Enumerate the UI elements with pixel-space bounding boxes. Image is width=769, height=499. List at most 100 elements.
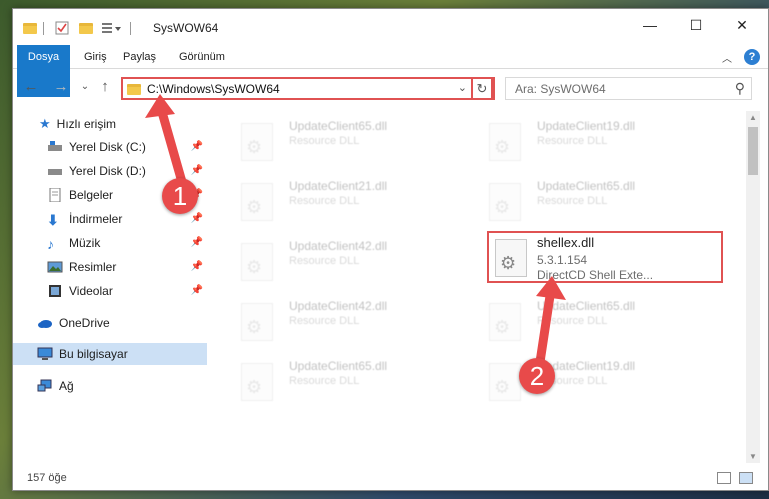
title-bar: SysWOW64 — ☐ ✕ bbox=[13, 9, 768, 45]
sidebar-item-music[interactable]: ♪ Müzik 📌 bbox=[13, 232, 207, 254]
sidebar-item-pictures[interactable]: Resimler 📌 bbox=[13, 256, 207, 278]
properties-icon[interactable] bbox=[55, 19, 69, 37]
tab-home[interactable]: Giriş bbox=[84, 45, 107, 69]
tab-share[interactable]: Paylaş bbox=[123, 45, 156, 69]
dll-file-icon: ⚙ bbox=[489, 123, 521, 161]
download-icon: ⬇ bbox=[47, 212, 59, 228]
minimize-button[interactable]: — bbox=[627, 9, 673, 41]
folder-icon bbox=[127, 84, 141, 95]
file-description: Resource DLL bbox=[289, 195, 360, 207]
navigation-pane: ★ Hızlı erişim Yerel Disk (C:) 📌 Yerel D… bbox=[13, 109, 213, 459]
file-description: Resource DLL bbox=[289, 255, 360, 267]
file-tile[interactable]: ⚙ UpdateClient65.dll Resource DLL bbox=[227, 113, 463, 165]
star-icon: ★ bbox=[39, 116, 51, 131]
maximize-button[interactable]: ☐ bbox=[673, 9, 719, 41]
recent-locations-icon[interactable]: ⌄ bbox=[75, 77, 95, 97]
details-view-icon[interactable] bbox=[717, 472, 731, 484]
file-tile[interactable]: ⚙ UpdateClient65.dll Resource DLL bbox=[475, 173, 711, 225]
file-name: shellex.dll bbox=[537, 235, 595, 250]
sidebar-item-label: Yerel Disk (D:) bbox=[69, 164, 146, 178]
pin-icon[interactable]: 📌 bbox=[191, 261, 203, 272]
file-description: Resource DLL bbox=[537, 135, 608, 147]
sidebar-item-videos[interactable]: Videolar 📌 bbox=[13, 280, 207, 302]
dll-file-icon: ⚙ bbox=[241, 123, 273, 161]
sidebar-item-onedrive[interactable]: OneDrive bbox=[13, 312, 207, 334]
address-bar[interactable]: C:\Windows\SysWOW64 ⌄ ↻ bbox=[121, 77, 495, 100]
sidebar-item-label: Yerel Disk (C:) bbox=[69, 140, 146, 154]
scroll-up-icon[interactable]: ▲ bbox=[749, 113, 757, 122]
pin-icon[interactable]: 📌 bbox=[191, 141, 203, 152]
file-name: UpdateClient65.dll bbox=[289, 359, 388, 373]
file-tile[interactable]: ⚙ UpdateClient42.dll Resource DLL bbox=[227, 293, 463, 345]
refresh-button[interactable]: ↻ bbox=[471, 77, 493, 100]
sidebar-item-label: Belgeler bbox=[69, 188, 114, 202]
sidebar-item-label: İndirmeler bbox=[69, 212, 123, 226]
dll-file-icon: ⚙ bbox=[495, 239, 527, 277]
file-tile[interactable]: ⚙ UpdateClient19.dll Resource DLL bbox=[475, 353, 711, 405]
pin-icon[interactable]: 📌 bbox=[191, 237, 203, 248]
scroll-down-icon[interactable]: ▼ bbox=[749, 452, 757, 461]
pin-icon[interactable]: 📌 bbox=[191, 285, 203, 296]
file-tile[interactable]: ⚙ UpdateClient19.dll Resource DLL bbox=[475, 113, 711, 165]
file-name: UpdateClient65.dll bbox=[537, 179, 636, 193]
help-icon[interactable]: ? bbox=[744, 49, 760, 65]
step-2-badge: 2 bbox=[519, 358, 555, 394]
separator bbox=[43, 22, 44, 35]
file-description: Resource DLL bbox=[289, 375, 360, 387]
drive-icon bbox=[47, 164, 63, 178]
separator bbox=[130, 22, 131, 35]
file-name: UpdateClient19.dll bbox=[537, 119, 636, 133]
explorer-window: SysWOW64 — ☐ ✕ Dosya Giriş Paylaş Görünü… bbox=[12, 8, 769, 491]
sidebar-item-label: Videolar bbox=[69, 284, 113, 298]
sidebar-item-label: Müzik bbox=[69, 236, 101, 250]
folder-icon bbox=[23, 19, 37, 37]
scroll-thumb[interactable] bbox=[748, 127, 758, 175]
back-button[interactable]: ← bbox=[21, 77, 41, 97]
dll-file-icon: ⚙ bbox=[241, 183, 273, 221]
ribbon: Dosya Giriş Paylaş Görünüm ︿ ? bbox=[13, 45, 768, 97]
expand-ribbon-icon[interactable]: ︿ bbox=[722, 50, 732, 65]
step-1-badge: 1 bbox=[162, 178, 198, 214]
sidebar-item-this-pc[interactable]: Bu bilgisayar bbox=[13, 343, 207, 365]
new-folder-icon[interactable] bbox=[79, 19, 93, 37]
file-tile[interactable]: ⚙ UpdateClient65.dll Resource DLL bbox=[227, 353, 463, 405]
vertical-scrollbar[interactable]: ▲ ▼ bbox=[746, 111, 760, 463]
window-title: SysWOW64 bbox=[153, 21, 219, 35]
customize-qa-icon[interactable] bbox=[101, 19, 123, 37]
large-icons-view-icon[interactable] bbox=[739, 472, 753, 484]
navigation-bar: ← → ⌄ ↑ C:\Windows\SysWOW64 ⌄ ↻ Ara: Sys… bbox=[13, 73, 768, 103]
file-tile-shellex[interactable]: ⚙ shellex.dll 5.3.1.154 DirectCD Shell E… bbox=[487, 231, 723, 283]
dll-file-icon: ⚙ bbox=[241, 363, 273, 401]
file-name: UpdateClient42.dll bbox=[289, 299, 388, 313]
sidebar-item-label: Bu bilgisayar bbox=[59, 347, 128, 361]
pictures-icon bbox=[47, 260, 63, 274]
file-tile[interactable]: ⚙ UpdateClient65.dll Resource DLL bbox=[475, 293, 711, 345]
dll-file-icon: ⚙ bbox=[241, 243, 273, 281]
file-version: 5.3.1.154 bbox=[537, 253, 588, 267]
file-name: UpdateClient65.dll bbox=[537, 299, 636, 313]
sidebar-item-network[interactable]: Ağ bbox=[13, 375, 207, 397]
dll-file-icon: ⚙ bbox=[489, 363, 521, 401]
tab-view[interactable]: Görünüm bbox=[179, 45, 225, 69]
file-name: UpdateClient65.dll bbox=[289, 119, 388, 133]
sidebar-item-disk-c[interactable]: Yerel Disk (C:) 📌 bbox=[13, 136, 207, 158]
file-description: Resource DLL bbox=[537, 195, 608, 207]
file-name: UpdateClient21.dll bbox=[289, 179, 388, 193]
file-description: Resource DLL bbox=[289, 315, 360, 327]
up-button[interactable]: ↑ bbox=[95, 77, 115, 97]
address-dropdown-icon[interactable]: ⌄ bbox=[458, 81, 467, 94]
file-tile[interactable]: ⚙ UpdateClient42.dll Resource DLL bbox=[227, 233, 463, 285]
file-tile[interactable]: ⚙ UpdateClient21.dll Resource DLL bbox=[227, 173, 463, 225]
computer-icon bbox=[37, 347, 53, 361]
forward-button[interactable]: → bbox=[51, 77, 71, 97]
pin-icon[interactable]: 📌 bbox=[191, 165, 203, 176]
close-button[interactable]: ✕ bbox=[719, 9, 765, 41]
search-input[interactable]: Ara: SysWOW64 ⚲ bbox=[505, 77, 752, 100]
file-description: Resource DLL bbox=[289, 135, 360, 147]
status-bar: 157 öğe bbox=[13, 466, 768, 490]
file-description: Resource DLL bbox=[537, 315, 608, 327]
search-placeholder: Ara: SysWOW64 bbox=[515, 82, 606, 96]
pin-icon[interactable]: 📌 bbox=[191, 213, 203, 224]
sidebar-item-quick-access[interactable]: ★ Hızlı erişim bbox=[13, 113, 207, 135]
address-path[interactable]: C:\Windows\SysWOW64 bbox=[147, 82, 280, 96]
